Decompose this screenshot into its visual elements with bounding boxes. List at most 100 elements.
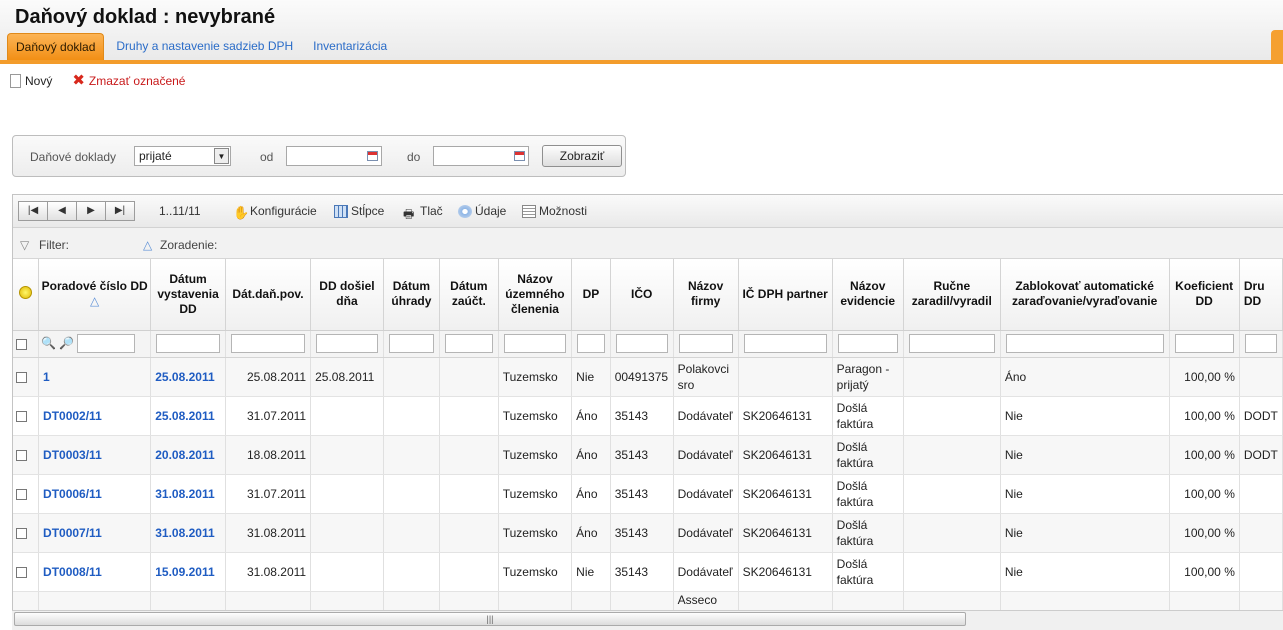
- config-button[interactable]: ✋ Konfigurácie: [233, 204, 317, 220]
- table-cell: [439, 474, 499, 514]
- row-checkbox[interactable]: [16, 488, 27, 500]
- filter-input[interactable]: [678, 334, 733, 353]
- sort-label[interactable]: Zoradenie:: [160, 238, 217, 252]
- table-cell[interactable]: DT0003/11: [38, 435, 152, 475]
- options-button[interactable]: Možnosti: [522, 204, 587, 218]
- row-checkbox[interactable]: [16, 449, 27, 461]
- table-cell[interactable]: DT0002/11: [38, 396, 152, 436]
- tab-underline: [0, 60, 1283, 64]
- table-cell: Nie: [1000, 435, 1170, 475]
- filter-input[interactable]: [837, 334, 898, 353]
- row-checkbox[interactable]: [16, 566, 27, 578]
- row-select-cell: [13, 396, 40, 436]
- table-cell[interactable]: DT0008/11: [38, 552, 152, 592]
- table-cell[interactable]: 15.09.2011: [150, 552, 226, 592]
- col-header[interactable]: DP: [571, 259, 611, 331]
- table-cell[interactable]: 31.08.2011: [150, 474, 226, 514]
- horizontal-scrollbar[interactable]: |||: [12, 610, 1283, 630]
- table-row[interactable]: DT0006/11 31.08.2011 31.07.2011 Tuzemsko Áno…: [13, 474, 1283, 514]
- table-cell[interactable]: DT0006/11: [38, 474, 152, 514]
- row-checkbox[interactable]: [16, 371, 27, 383]
- col-header[interactable]: Zablokovať automatické zaraďovanie/vyraď…: [1000, 259, 1170, 331]
- table-row[interactable]: DT0007/11 31.08.2011 31.08.2011 Tuzemsko Áno…: [13, 513, 1283, 553]
- data-button[interactable]: Údaje: [458, 204, 506, 218]
- delete-selected-button[interactable]: ✖ Zmazať označené: [72, 73, 185, 88]
- col-header[interactable]: Dru DD: [1239, 259, 1283, 331]
- col-header[interactable]: IČ DPH partner: [738, 259, 833, 331]
- row-checkbox[interactable]: [16, 410, 27, 422]
- select-all-checkbox[interactable]: [16, 338, 27, 350]
- table-cell: Áno: [571, 435, 611, 475]
- filter-input[interactable]: [444, 334, 493, 353]
- filter-input[interactable]: [388, 334, 434, 353]
- search-tab-edge[interactable]: [1271, 30, 1283, 60]
- table-row[interactable]: DT0008/11 15.09.2011 31.08.2011 Tuzemsko Nie…: [13, 552, 1283, 592]
- clear-filter-icon[interactable]: 🔎: [59, 336, 77, 350]
- scrollbar-thumb[interactable]: |||: [14, 612, 966, 626]
- chevron-down-icon[interactable]: ▼: [214, 148, 229, 164]
- filter-input[interactable]: [577, 334, 605, 353]
- calendar-icon[interactable]: [367, 151, 378, 161]
- funnel-icon[interactable]: ▽: [20, 238, 29, 252]
- tab-danovy-doklad[interactable]: Daňový doklad: [7, 33, 105, 60]
- show-button[interactable]: Zobraziť: [542, 145, 622, 167]
- filter-input[interactable]: [1244, 334, 1277, 353]
- table-row[interactable]: DT0003/11 20.08.2011 18.08.2011 Tuzemsko Áno…: [13, 435, 1283, 475]
- print-button[interactable]: 🖶 Tlač: [403, 204, 443, 221]
- table-row[interactable]: DT0002/11 25.08.2011 31.07.2011 Tuzemsko Áno…: [13, 396, 1283, 436]
- new-button[interactable]: Nový: [10, 74, 52, 88]
- filter-input[interactable]: [503, 334, 567, 353]
- table-cell: Dodávateľ: [673, 435, 739, 475]
- prev-page-button[interactable]: ◀: [47, 201, 77, 221]
- col-header[interactable]: Dátum zaúčt.: [439, 259, 499, 331]
- col-header[interactable]: Názov firmy: [673, 259, 739, 331]
- from-date-input[interactable]: [286, 146, 382, 166]
- table-cell: 25.08.2011: [225, 357, 312, 397]
- filter-input[interactable]: [908, 334, 995, 353]
- col-header[interactable]: Poradové číslo DD △: [38, 259, 152, 331]
- table-row[interactable]: 1 25.08.2011 25.08.2011 25.08.2011 Tuzemsko N…: [13, 357, 1283, 397]
- filter-input[interactable]: [230, 334, 306, 353]
- table-cell[interactable]: 1: [38, 357, 152, 397]
- first-page-button[interactable]: |◀: [18, 201, 48, 221]
- last-page-button[interactable]: ▶|: [105, 201, 135, 221]
- tab-inventarizacia[interactable]: Inventarizácia: [305, 33, 395, 60]
- doc-type-select[interactable]: prijaté ▼: [134, 146, 231, 166]
- table-cell: Polakovci sro: [673, 357, 739, 397]
- select-all-header[interactable]: [13, 259, 40, 331]
- col-header[interactable]: Dátum úhrady: [383, 259, 440, 331]
- filter-input[interactable]: [743, 334, 827, 353]
- filter-label[interactable]: Filter:: [39, 238, 69, 252]
- to-date-input[interactable]: [433, 146, 529, 166]
- col-header[interactable]: Koeficient DD: [1169, 259, 1240, 331]
- col-header[interactable]: Ručne zaradil/vyradil: [903, 259, 1001, 331]
- next-page-button[interactable]: ▶: [76, 201, 106, 221]
- col-header[interactable]: Názov územného členenia: [498, 259, 573, 331]
- search-icon[interactable]: 🔍: [41, 336, 59, 350]
- col-header[interactable]: IČO: [610, 259, 674, 331]
- filter-input[interactable]: [77, 334, 136, 353]
- filter-input[interactable]: [615, 334, 668, 353]
- col-header[interactable]: DD došiel dňa: [310, 259, 384, 331]
- filter-input[interactable]: [156, 334, 220, 353]
- row-checkbox[interactable]: [16, 527, 27, 539]
- tab-druhy-sadzieb[interactable]: Druhy a nastavenie sadzieb DPH: [108, 33, 301, 60]
- table-cell[interactable]: DT0007/11: [38, 513, 152, 553]
- app-window: Daňový doklad : nevybrané Daňový doklad …: [0, 0, 1283, 630]
- table-cell[interactable]: 31.08.2011: [150, 513, 226, 553]
- sort-arrow-icon[interactable]: △: [143, 238, 152, 252]
- table-cell: Došlá faktúra: [832, 552, 904, 592]
- table-cell: SK20646131: [738, 396, 833, 436]
- calendar-icon[interactable]: [514, 151, 525, 161]
- filter-input[interactable]: [1005, 334, 1164, 353]
- filter-input[interactable]: [1174, 334, 1234, 353]
- table-cell[interactable]: 25.08.2011: [150, 357, 226, 397]
- filter-input[interactable]: [316, 334, 378, 353]
- table-cell[interactable]: 20.08.2011: [150, 435, 226, 475]
- col-header[interactable]: Dát.daň.pov.: [225, 259, 312, 331]
- col-header[interactable]: Názov evidencie: [832, 259, 904, 331]
- col-header[interactable]: Dátum vystavenia DD: [150, 259, 226, 331]
- table-cell[interactable]: 25.08.2011: [150, 396, 226, 436]
- columns-button[interactable]: Stĺpce: [334, 204, 384, 218]
- from-label: od: [260, 150, 274, 164]
